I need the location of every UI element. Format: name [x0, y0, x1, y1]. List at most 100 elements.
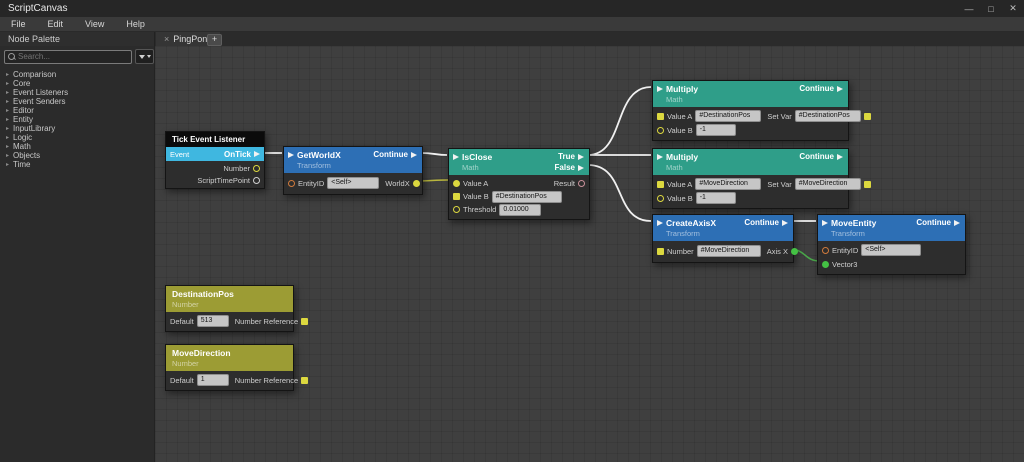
- entityid-row: EntityID <Self> WorldX: [284, 175, 422, 191]
- wire-false-to-createaxisx[interactable]: [587, 164, 652, 222]
- threshold-field[interactable]: 0.01000: [499, 203, 542, 216]
- vector3-pin[interactable]: [822, 260, 829, 268]
- valueb-field[interactable]: #DestinationPos: [491, 190, 562, 203]
- default-field[interactable]: 1: [196, 374, 229, 386]
- node-getworldx[interactable]: GetWorldX Transform Continue EntityID <S…: [283, 146, 423, 195]
- node-title: MoveDirection: [172, 348, 231, 358]
- setvar-field[interactable]: #DestinationPos: [794, 110, 861, 122]
- default-row: Default 1 Number Reference: [166, 373, 309, 387]
- node-moveentity[interactable]: MoveEntity Transform Continue EntityID <…: [817, 214, 966, 275]
- exec-in-pin[interactable]: [657, 154, 663, 160]
- scripttimepoint-pin[interactable]: [253, 176, 260, 184]
- valueb-pin[interactable]: [657, 126, 664, 134]
- menu-help[interactable]: Help: [115, 19, 156, 29]
- node-multiply-movedirection[interactable]: Multiply Math Continue Value A #MoveDire…: [652, 148, 871, 209]
- tab-close-icon[interactable]: ×: [164, 34, 169, 44]
- valuea-field[interactable]: #MoveDirection: [695, 178, 762, 190]
- setvar-label: Set Var: [767, 179, 792, 189]
- palette-item-editor[interactable]: ▸ Editor: [0, 106, 154, 115]
- axisx-label: Axis X: [766, 246, 788, 256]
- axisx-pin[interactable]: [790, 247, 798, 255]
- exec-in-pin[interactable]: [657, 220, 663, 226]
- node-variable-movedirection[interactable]: MoveDirection Number Default 1 Number Re…: [165, 344, 309, 391]
- palette-item-entity[interactable]: ▸ Entity: [0, 115, 154, 124]
- entityid-pin[interactable]: [822, 246, 829, 254]
- reference-pin[interactable]: [301, 317, 309, 325]
- exec-in-pin[interactable]: [822, 220, 828, 226]
- number-pin[interactable]: [253, 164, 260, 172]
- entityid-field[interactable]: <Self>: [327, 177, 380, 189]
- palette-item-time[interactable]: ▸ Time: [0, 160, 154, 169]
- menu-file[interactable]: File: [0, 19, 37, 29]
- valuea-pin[interactable]: [657, 180, 664, 188]
- node-palette-header[interactable]: Node Palette: [0, 32, 155, 46]
- wire-getworldx-to-isclose[interactable]: [420, 152, 448, 156]
- node-subtitle: Math: [462, 163, 479, 172]
- number-pin[interactable]: [657, 247, 664, 255]
- worldx-pin[interactable]: [412, 179, 420, 187]
- valuea-label: Value A: [667, 179, 693, 189]
- maximize-icon[interactable]: □: [980, 4, 1002, 14]
- search-box[interactable]: [4, 49, 132, 64]
- node-title: CreateAxisX: [666, 218, 717, 228]
- valueb-pin[interactable]: [453, 193, 460, 200]
- palette-item-label: Logic: [13, 133, 33, 142]
- valuea-field[interactable]: #DestinationPos: [695, 110, 762, 122]
- search-input[interactable]: [18, 52, 128, 61]
- palette-item-event-senders[interactable]: ▸ Event Senders: [0, 97, 154, 106]
- continue-exec-pin[interactable]: [411, 151, 417, 158]
- node-isclose[interactable]: IsClose Math True False Value A Result V…: [448, 148, 590, 220]
- continue-exec-pin[interactable]: [837, 153, 843, 160]
- exec-in-pin[interactable]: [288, 152, 294, 158]
- menu-view[interactable]: View: [74, 19, 115, 29]
- palette-item-logic[interactable]: ▸ Logic: [0, 133, 154, 142]
- continue-exec-pin[interactable]: [782, 219, 788, 226]
- palette-item-comparison[interactable]: ▸ Comparison: [0, 70, 154, 79]
- default-field[interactable]: 513: [196, 315, 229, 327]
- wire-true-to-multiply-top[interactable]: [587, 86, 652, 156]
- reference-pin[interactable]: [301, 376, 309, 384]
- continue-label: Continue: [799, 84, 834, 93]
- entityid-label: EntityID: [832, 245, 859, 255]
- palette-item-event-listeners[interactable]: ▸ Event Listeners: [0, 88, 154, 97]
- valueb-row: Value B -1: [653, 123, 848, 137]
- graph-canvas[interactable]: Tick Event Listener Event OnTick Number …: [155, 46, 1024, 462]
- result-label: Result: [553, 179, 575, 188]
- valueb-pin[interactable]: [657, 194, 664, 202]
- node-createaxisx[interactable]: CreateAxisX Transform Continue Number #M…: [652, 214, 798, 263]
- add-tab-button[interactable]: +: [207, 34, 222, 46]
- close-icon[interactable]: ✕: [1002, 3, 1024, 14]
- palette-item-math[interactable]: ▸ Math: [0, 142, 154, 151]
- minimize-icon[interactable]: —: [958, 4, 980, 14]
- ontick-exec-pin[interactable]: [254, 151, 260, 157]
- title-bar[interactable]: ScriptCanvas — □ ✕: [0, 0, 1024, 17]
- node-multiply-destinationpos[interactable]: Multiply Math Continue Value A #Destinat…: [652, 80, 871, 141]
- exec-in-pin[interactable]: [453, 154, 459, 160]
- event-row[interactable]: Event OnTick: [166, 147, 264, 161]
- valueb-field[interactable]: -1: [695, 124, 736, 136]
- exec-in-pin[interactable]: [657, 86, 663, 92]
- setvar-pin[interactable]: [863, 112, 871, 120]
- true-exec-pin[interactable]: [578, 153, 584, 160]
- filter-button[interactable]: [135, 49, 154, 64]
- number-field[interactable]: #MoveDirection: [696, 245, 761, 257]
- node-variable-destinationpos[interactable]: DestinationPos Number Default 513 Number…: [165, 285, 309, 332]
- node-tick-event-listener[interactable]: Tick Event Listener Event OnTick Number …: [165, 131, 265, 189]
- setvar-field[interactable]: #MoveDirection: [794, 178, 861, 190]
- entityid-row: EntityID <Self>: [818, 243, 965, 257]
- palette-item-inputlibrary[interactable]: ▸ InputLibrary: [0, 124, 154, 133]
- entityid-field[interactable]: <Self>: [861, 244, 922, 256]
- valuea-pin[interactable]: [657, 112, 664, 120]
- result-pin[interactable]: [578, 180, 585, 187]
- threshold-pin[interactable]: [453, 206, 460, 213]
- entityid-pin[interactable]: [288, 179, 295, 187]
- valuea-pin[interactable]: [453, 180, 460, 187]
- menu-edit[interactable]: Edit: [37, 19, 75, 29]
- false-exec-pin[interactable]: [578, 164, 584, 171]
- continue-exec-pin[interactable]: [837, 85, 843, 92]
- palette-item-core[interactable]: ▸ Core: [0, 79, 154, 88]
- setvar-pin[interactable]: [863, 180, 871, 188]
- continue-exec-pin[interactable]: [954, 219, 960, 226]
- valueb-field[interactable]: -1: [695, 192, 736, 204]
- palette-item-objects[interactable]: ▸ Objects: [0, 151, 154, 160]
